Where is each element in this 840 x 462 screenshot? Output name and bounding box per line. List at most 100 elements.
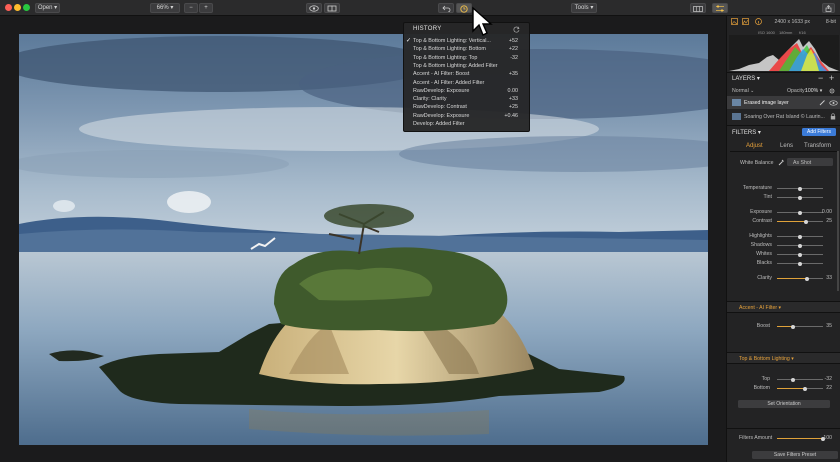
zoom-dropdown[interactable]: 66% ▾ bbox=[150, 3, 180, 13]
layer-settings-gear-icon[interactable] bbox=[829, 88, 835, 94]
adjust-slider-handle[interactable] bbox=[798, 261, 802, 266]
adjust-slider[interactable] bbox=[777, 210, 823, 215]
layers-title[interactable]: LAYERS ▾ bbox=[732, 75, 760, 82]
adjust-slider-handle[interactable] bbox=[798, 234, 802, 239]
accent-ai-filter-header[interactable]: Accent - AI Filter ▾ bbox=[727, 301, 840, 313]
filters-amount-value: 100 bbox=[823, 435, 832, 441]
adjust-slider[interactable] bbox=[777, 252, 823, 257]
filters-title[interactable]: FILTERS ▾ bbox=[732, 129, 761, 136]
history-item[interactable]: Develop: Added Filter bbox=[404, 120, 531, 128]
bottom-slider-handle[interactable] bbox=[803, 386, 808, 391]
accent-ai-filter-title: Accent - AI Filter ▾ bbox=[739, 304, 782, 311]
info-icon[interactable] bbox=[755, 18, 762, 25]
histogram-graph bbox=[729, 35, 839, 71]
history-item[interactable]: Clarity: Clarity +33 bbox=[404, 95, 531, 103]
zoom-out-button[interactable]: − bbox=[184, 3, 198, 13]
opacity-value[interactable]: 100% ▾ bbox=[805, 88, 822, 94]
edit-panel-button[interactable] bbox=[712, 3, 728, 13]
history-item-label: Accent - AI Filter: Boost bbox=[413, 71, 470, 78]
history-item[interactable]: Top & Bottom Lighting: Bottom +22 bbox=[404, 45, 531, 53]
add-layer-button[interactable]: + bbox=[829, 73, 834, 83]
adjust-slider[interactable] bbox=[777, 276, 823, 281]
photo-rat-island[interactable] bbox=[19, 34, 708, 445]
blend-mode-dropdown[interactable]: Normal ⌄ bbox=[732, 88, 755, 94]
history-item-label: Top & Bottom Lighting: Added Filter bbox=[413, 62, 498, 69]
bit-depth: 8-bit bbox=[825, 19, 836, 25]
history-item-value: +25 bbox=[508, 104, 518, 111]
layer-row-base[interactable]: Soaring Over Rat Island © Laurin... bbox=[727, 110, 840, 123]
history-item[interactable]: Accent - AI Filter: Added Filter bbox=[404, 79, 531, 87]
history-item-value: +0.46 bbox=[504, 112, 518, 119]
eyedropper-icon[interactable] bbox=[778, 159, 784, 166]
white-balance-value: As Shot bbox=[793, 159, 812, 166]
layer-visibility-eye-icon[interactable] bbox=[829, 99, 838, 106]
adjust-slider[interactable] bbox=[777, 195, 823, 200]
open-button[interactable]: Open ▾ bbox=[35, 3, 60, 13]
set-orientation-button[interactable]: Set Orientation bbox=[738, 400, 830, 408]
top-slider[interactable] bbox=[777, 377, 823, 382]
history-item-label: Top & Bottom Lighting: Top bbox=[413, 54, 478, 61]
zoom-window-icon[interactable] bbox=[23, 4, 30, 11]
history-item[interactable]: Top & Bottom Lighting: Top -32 bbox=[404, 54, 531, 62]
save-filters-preset-button[interactable]: Save Filters Preset bbox=[752, 451, 838, 459]
history-item[interactable]: RawDevelop: Exposure 0.00 bbox=[404, 87, 531, 95]
browse-button[interactable] bbox=[690, 3, 706, 13]
filters-amount-slider[interactable] bbox=[777, 436, 825, 441]
compare-icon bbox=[327, 5, 337, 12]
adjust-slider[interactable] bbox=[777, 243, 823, 248]
add-filters-button[interactable]: Add Filters bbox=[802, 128, 836, 136]
compare-button[interactable] bbox=[324, 3, 340, 13]
history-item-label: Accent - AI Filter: Added Filter bbox=[413, 79, 485, 86]
top-slider-handle[interactable] bbox=[790, 377, 795, 382]
preview-eye-button[interactable] bbox=[306, 3, 322, 13]
history-panel: HISTORY ✓ Top & Bottom Lighting: Vertical… bbox=[403, 22, 530, 132]
share-button[interactable] bbox=[822, 3, 835, 13]
history-item[interactable]: Top & Bottom Lighting: Added Filter bbox=[404, 62, 531, 70]
history-refresh-icon[interactable] bbox=[513, 26, 520, 33]
white-balance-dropdown[interactable]: As Shot bbox=[787, 158, 833, 166]
adjust-slider-handle[interactable] bbox=[798, 186, 802, 191]
boost-slider[interactable] bbox=[777, 324, 823, 329]
slider-label: Exposure bbox=[750, 209, 772, 215]
boost-slider-handle[interactable] bbox=[791, 324, 796, 329]
minimize-window-icon[interactable] bbox=[14, 4, 21, 11]
image-canvas[interactable] bbox=[0, 16, 726, 462]
adjust-slider[interactable] bbox=[777, 219, 823, 224]
filters-scrollbar[interactable] bbox=[837, 151, 839, 291]
undo-button[interactable] bbox=[438, 3, 454, 13]
layer-row-selected[interactable]: Erased image layer bbox=[727, 96, 840, 109]
adjust-slider[interactable] bbox=[777, 261, 823, 266]
history-item[interactable]: ✓ Top & Bottom Lighting: Vertical... +52 bbox=[404, 37, 531, 45]
boost-value: 35 bbox=[826, 323, 832, 329]
image-info-icon[interactable] bbox=[731, 18, 738, 25]
adjust-slider-handle[interactable] bbox=[798, 195, 802, 200]
adjust-slider-handle[interactable] bbox=[803, 219, 808, 224]
zoom-in-button[interactable]: + bbox=[199, 3, 213, 13]
history-item[interactable]: RawDevelop: Exposure +0.46 bbox=[404, 112, 531, 120]
history-item[interactable]: RawDevelop: Contrast +25 bbox=[404, 103, 531, 111]
adjust-slider-handle[interactable] bbox=[798, 210, 802, 215]
adjust-slider-handle[interactable] bbox=[798, 243, 802, 248]
tab-lens[interactable]: Lens bbox=[780, 143, 793, 149]
layer-thumbnail bbox=[732, 113, 741, 120]
remove-layer-button[interactable]: − bbox=[818, 73, 823, 83]
top-bottom-lighting-header[interactable]: Top & Bottom Lighting ▾ bbox=[727, 352, 840, 364]
history-item[interactable]: Accent - AI Filter: Boost +35 bbox=[404, 70, 531, 78]
layer-lock-icon[interactable] bbox=[830, 113, 836, 120]
adjust-slider[interactable] bbox=[777, 186, 823, 191]
tab-adjust[interactable]: Adjust bbox=[746, 143, 763, 149]
tools-dropdown[interactable]: Tools ▾ bbox=[571, 3, 597, 13]
slider-label: Clarity bbox=[757, 275, 772, 281]
bottom-slider[interactable] bbox=[777, 386, 823, 391]
history-button[interactable] bbox=[456, 3, 472, 13]
tab-transform[interactable]: Transform bbox=[804, 143, 831, 149]
history-title: HISTORY bbox=[413, 26, 442, 32]
layer-brush-icon[interactable] bbox=[819, 99, 826, 106]
histogram-icon[interactable] bbox=[742, 18, 749, 25]
adjust-slider-handle[interactable] bbox=[805, 276, 810, 281]
history-item-label: RawDevelop: Contrast bbox=[413, 104, 467, 111]
adjust-slider-handle[interactable] bbox=[798, 252, 802, 257]
adjust-slider[interactable] bbox=[777, 234, 823, 239]
close-window-icon[interactable] bbox=[5, 4, 12, 11]
slider-value: 25 bbox=[826, 218, 832, 224]
